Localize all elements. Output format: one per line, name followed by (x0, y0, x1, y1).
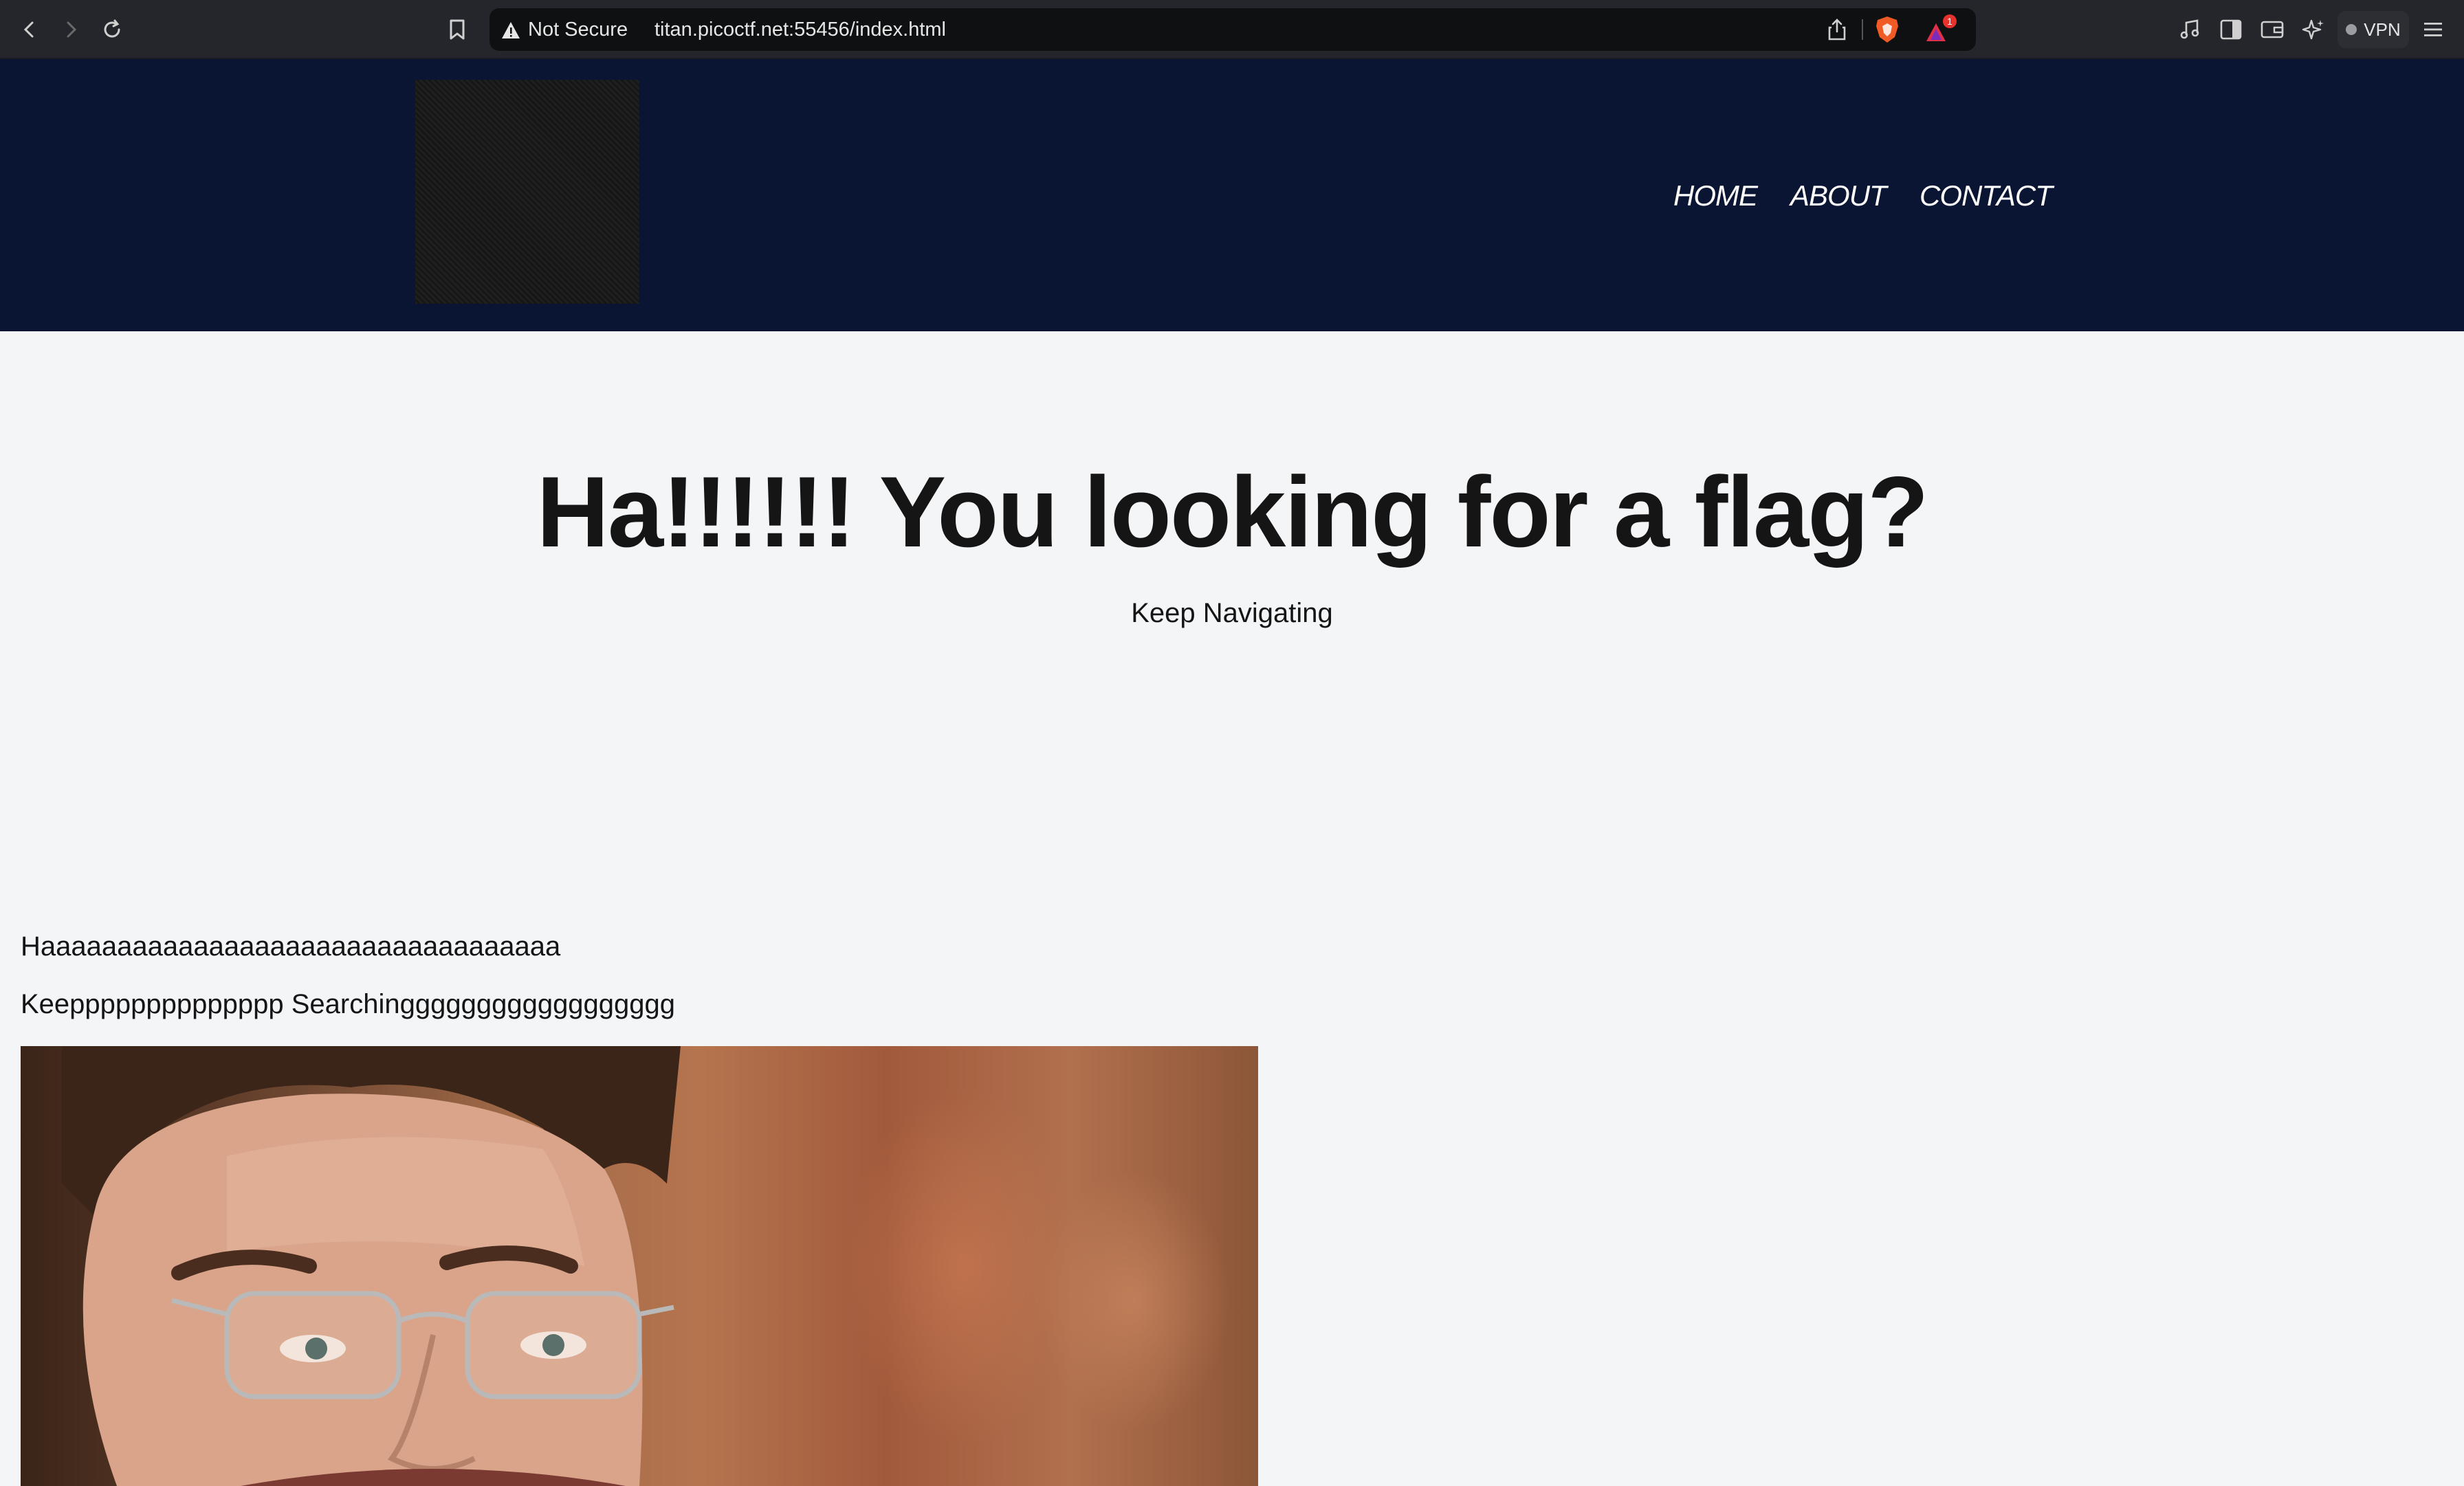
leo-ai-icon[interactable] (2296, 12, 2331, 47)
portrait-photo (21, 1046, 1258, 1486)
brave-shields-icon[interactable] (1874, 15, 1900, 44)
back-icon[interactable] (12, 12, 47, 47)
body-text-line: Keepppppppppppppp Searchingggggggggggggg… (21, 989, 676, 1019)
sidebar-icon[interactable] (2214, 12, 2248, 47)
menu-icon[interactable] (2416, 12, 2450, 47)
forward-icon[interactable] (54, 12, 88, 47)
share-icon[interactable] (1827, 18, 1847, 41)
page-title: Ha!!!!!! You looking for a flag? (536, 456, 1928, 568)
site-header: HOME ABOUT CONTACT (0, 59, 2464, 331)
rewards-badge-count: 1 (1947, 16, 1952, 27)
page-subtitle: Keep Navigating (1131, 598, 1333, 628)
nav-contact-link[interactable]: CONTACT (1920, 179, 2053, 212)
vpn-button[interactable]: VPN (2338, 11, 2409, 48)
vpn-label: VPN (2364, 19, 2401, 40)
nav-about-link[interactable]: ABOUT (1790, 179, 1887, 212)
wallet-icon[interactable] (2255, 12, 2289, 47)
reload-icon[interactable] (95, 12, 129, 47)
vpn-status-icon (2346, 24, 2357, 35)
warning-icon (500, 21, 521, 40)
url-text[interactable]: titan.picoctf.net:55456/index.html (654, 18, 946, 41)
security-indicator[interactable]: Not Secure (528, 18, 628, 41)
body-text-line: Haaaaaaaaaaaaaaaaaaaaaaaaaaaaaaaaaa (21, 931, 561, 962)
nav-home-link[interactable]: HOME (1673, 179, 1758, 212)
site-logo[interactable] (415, 80, 639, 304)
address-bar[interactable]: Not Secure titan.picoctf.net:55456/index… (490, 8, 1976, 51)
brave-rewards-icon[interactable]: 1 (1924, 14, 1959, 45)
browser-toolbar: Not Secure titan.picoctf.net:55456/index… (0, 0, 2464, 59)
bookmark-icon[interactable] (440, 12, 474, 47)
divider (1862, 19, 1863, 40)
media-icon[interactable] (2172, 12, 2207, 47)
